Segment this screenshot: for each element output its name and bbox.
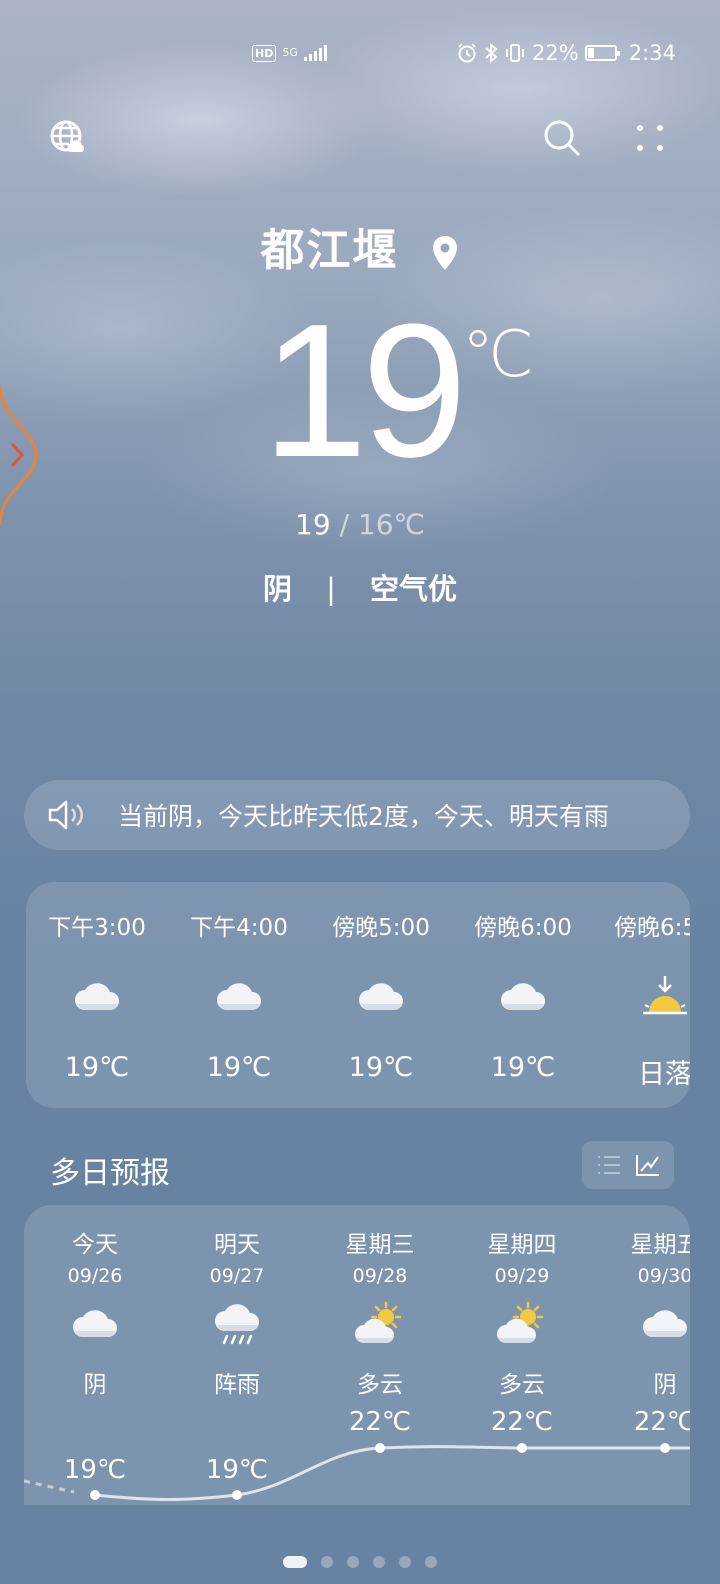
current-temperature: 19	[262, 285, 467, 497]
partly-cloudy-icon	[451, 1301, 593, 1345]
page-dot[interactable]	[425, 1556, 437, 1568]
day-name: 明天	[214, 1232, 260, 1258]
day-condition: 多云	[499, 1372, 545, 1398]
day-condition: 阵雨	[214, 1372, 260, 1398]
day-date: 09/30	[637, 1265, 690, 1287]
view-toggle[interactable]	[582, 1141, 674, 1189]
city-header[interactable]: 都江堰	[0, 214, 720, 278]
page-indicator[interactable]	[0, 1556, 720, 1568]
page-dot[interactable]	[283, 1556, 307, 1568]
day-date: 09/29	[494, 1265, 550, 1287]
status-bar-right: 22% 2:34	[456, 38, 676, 68]
day-high-temp: 22℃	[490, 1407, 554, 1437]
weather-broadcast-bar[interactable]: 当前阴，今天比昨天低2度，今天、明天有雨	[24, 780, 690, 850]
hour-time: 下午4:00	[190, 915, 288, 941]
hour-temp: 19℃	[348, 1052, 414, 1083]
more-button[interactable]	[628, 116, 672, 160]
hourly-item: 傍晚6:5 日落	[594, 882, 690, 1108]
page-dot[interactable]	[347, 1556, 359, 1568]
battery-icon	[584, 45, 620, 61]
globe-cloud-icon	[50, 120, 85, 152]
page-dot[interactable]	[373, 1556, 385, 1568]
list-view-icon[interactable]	[595, 1153, 623, 1177]
cloud-icon	[594, 1305, 690, 1339]
day-high-temp: 22℃	[348, 1407, 412, 1437]
cloud-icon	[310, 978, 452, 1012]
vibrate-icon	[506, 44, 524, 62]
cloud-icon	[24, 1305, 166, 1339]
page-dot[interactable]	[399, 1556, 411, 1568]
day-date: 09/26	[67, 1265, 123, 1287]
temp-high: 19	[295, 508, 331, 541]
condition-line: 阴 | 空气优	[0, 566, 720, 608]
battery-percent: 22%	[532, 41, 579, 65]
city-manage-button[interactable]	[46, 116, 90, 160]
hour-time: 傍晚5:00	[332, 915, 430, 941]
hourly-forecast[interactable]: 下午3:00 19℃ 下午4:00 19℃ 傍晚5:00 19℃ 傍晚6:00 …	[26, 882, 690, 1108]
day-name: 星期五	[630, 1232, 691, 1258]
day-condition: 多云	[357, 1372, 403, 1398]
network-type: 5G	[282, 46, 298, 59]
broadcast-text: 当前阴，今天比昨天低2度，今天、明天有雨	[118, 802, 609, 831]
day-high-temp: 19℃	[63, 1455, 127, 1485]
search-icon	[544, 120, 580, 156]
hourly-item: 下午4:00 19℃	[168, 882, 310, 1108]
alarm-icon	[458, 43, 476, 63]
cloud-icon	[452, 978, 594, 1012]
temp-range-separator: /	[339, 508, 349, 541]
rain-icon	[166, 1301, 308, 1347]
hour-time: 傍晚6:5	[614, 915, 690, 941]
hour-temp: 19℃	[206, 1052, 272, 1083]
hour-time: 傍晚6:00	[474, 915, 572, 941]
hour-time: 下午3:00	[48, 915, 146, 941]
hourly-item: 傍晚5:00 19℃	[310, 882, 452, 1108]
day-name: 星期四	[487, 1232, 557, 1258]
page-dot[interactable]	[321, 1556, 333, 1568]
bluetooth-icon	[485, 42, 498, 64]
hourly-item: 傍晚6:00 19℃	[452, 882, 594, 1108]
chart-view-icon[interactable]	[633, 1153, 661, 1177]
day-name: 星期三	[345, 1232, 415, 1258]
day-high-temp: 22℃	[633, 1407, 690, 1437]
day-condition: 阴	[653, 1372, 677, 1398]
day-name: 今天	[72, 1232, 118, 1258]
speaker-icon	[48, 800, 83, 830]
day-high-temp: 19℃	[205, 1455, 269, 1485]
search-button[interactable]	[540, 116, 584, 160]
hour-temp: 19℃	[490, 1052, 556, 1083]
cloud-icon	[168, 978, 310, 1012]
location-pin-icon	[432, 236, 457, 270]
city-name: 都江堰	[260, 225, 399, 276]
daily-forecast[interactable]: 今天 09/26 阴 19℃ 明天 09/27 阵雨 19℃ 星期三 09/28…	[24, 1205, 690, 1505]
daily-forecast-title: 多日预报	[50, 1156, 170, 1191]
cloud-icon	[26, 978, 168, 1012]
condition-text: 阴	[262, 572, 292, 606]
hourly-item: 下午3:00 19℃	[26, 882, 168, 1108]
more-dots-icon	[637, 125, 663, 151]
hour-temp: 19℃	[64, 1052, 130, 1083]
day-date: 09/27	[209, 1265, 265, 1287]
partly-cloudy-icon	[309, 1301, 451, 1345]
sunset-icon	[594, 972, 690, 1020]
temp-low: 16℃	[357, 508, 425, 541]
temperature-unit: ℃	[462, 318, 534, 392]
day-date: 09/28	[352, 1265, 408, 1287]
status-bar-left: HD 5G	[252, 38, 327, 68]
temp-range: 19 / 16℃	[0, 508, 720, 541]
day-condition: 阴	[83, 1372, 107, 1398]
condition-separator: |	[326, 572, 336, 606]
clock: 2:34	[628, 41, 676, 65]
signal-icon	[303, 45, 327, 61]
hd-icon: HD	[252, 44, 277, 62]
air-quality[interactable]: 空气优	[370, 572, 457, 606]
hour-temp: 日落	[638, 1059, 690, 1090]
chevron-right-icon	[10, 442, 25, 468]
